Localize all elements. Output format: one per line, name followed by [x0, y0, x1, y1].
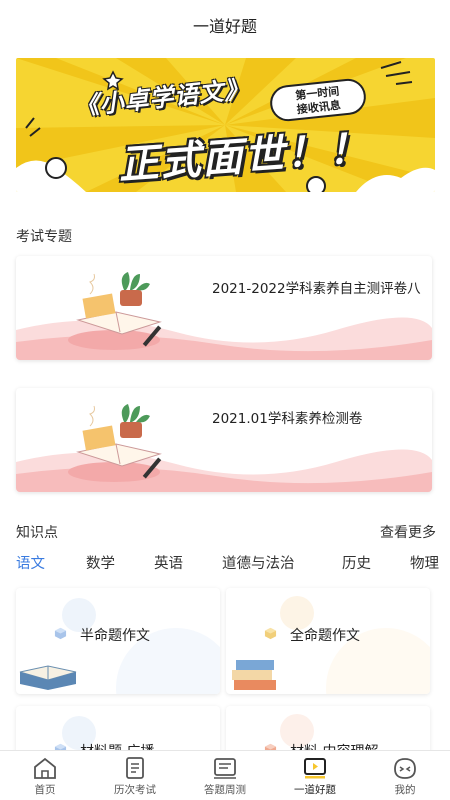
view-more-link[interactable]: 查看更多 — [380, 522, 436, 542]
tab-math[interactable]: 数学 — [86, 552, 115, 573]
tabbar-label: 首页 — [34, 784, 56, 796]
tab-morality-law[interactable]: 道德与法治 — [222, 552, 295, 573]
home-icon — [34, 757, 56, 779]
open-book-illustration — [19, 665, 77, 690]
knowledge-card-label: 半命题作文 — [80, 628, 150, 644]
profile-icon — [394, 758, 416, 779]
tabbar-label: 我的 — [394, 784, 416, 796]
tabbar-item-exam-history[interactable]: 历次考试 — [90, 751, 180, 800]
knowledge-section-title: 知识点 — [16, 525, 58, 541]
cube-icon — [54, 627, 67, 640]
book-stack-illustration — [232, 660, 276, 690]
exam-card[interactable]: 2021-2022学科素养自主测评卷八 — [16, 256, 432, 360]
tabbar-item-profile[interactable]: 我的 — [360, 751, 450, 800]
exam-card[interactable]: 2021.01学科素养检测卷 — [16, 388, 432, 492]
tabbar-label: 答题周测 — [204, 784, 246, 796]
weekly-test-icon — [214, 758, 236, 779]
tab-physics[interactable]: 物理 — [410, 552, 439, 573]
bottom-tab-bar: 首页 历次考试 答题周测 一道好题 我的 — [0, 750, 450, 800]
tab-chinese[interactable]: 语文 — [16, 552, 45, 573]
tabbar-label: 一道好题 — [294, 784, 336, 796]
tabbar-item-weekly-test[interactable]: 答题周测 — [180, 751, 270, 800]
exam-card-title: 2021.01学科素养检测卷 — [212, 411, 363, 427]
exam-section-title: 考试专题 — [16, 229, 72, 245]
book-plant-illustration — [68, 404, 162, 482]
exam-history-icon — [126, 757, 144, 779]
tabbar-item-home[interactable]: 首页 — [0, 751, 90, 800]
knowledge-card[interactable]: 半命题作文 — [16, 588, 220, 694]
video-icon — [304, 758, 326, 779]
book-plant-illustration — [68, 272, 162, 350]
page-title: 一道好题 — [192, 17, 257, 36]
subject-tabs: 语文 数学 英语 道德与法治 历史 物理 — [0, 552, 450, 578]
tabbar-item-good-question[interactable]: 一道好题 — [270, 751, 360, 800]
tabbar-label: 历次考试 — [114, 784, 156, 796]
tab-history[interactable]: 历史 — [342, 552, 371, 573]
exam-card-title: 2021-2022学科素养自主测评卷八 — [212, 281, 421, 297]
promo-banner[interactable]: 《小卓学语文》 第一时间 接收讯息 正式面世！！ — [16, 58, 435, 192]
tab-english[interactable]: 英语 — [154, 552, 183, 573]
knowledge-card-label: 全命题作文 — [290, 628, 360, 644]
page-title-bar: 一道好题 — [0, 0, 450, 50]
knowledge-card[interactable]: 全命题作文 — [226, 588, 430, 694]
cube-icon — [264, 627, 277, 640]
